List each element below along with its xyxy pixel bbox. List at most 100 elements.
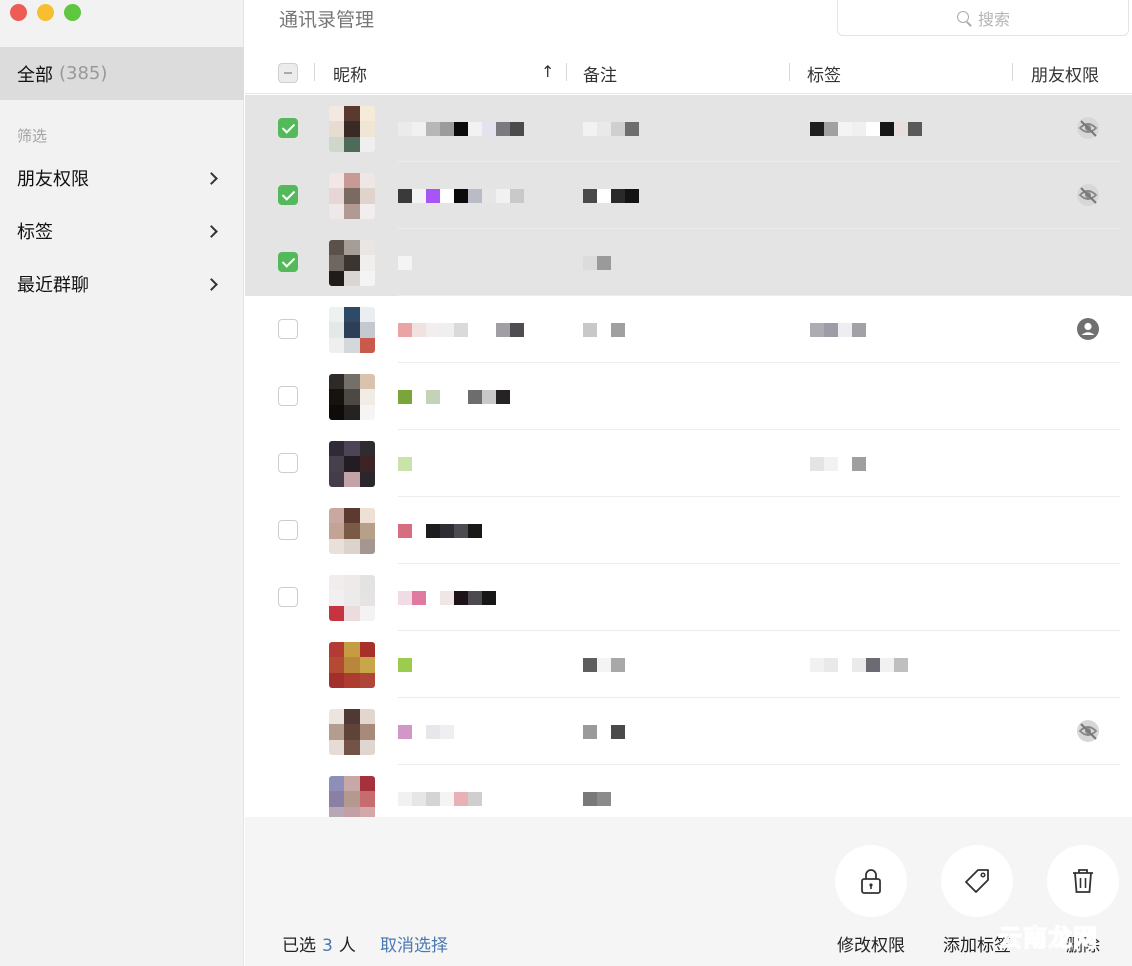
sidebar-item-label: 朋友权限: [17, 169, 89, 190]
contact-list: [245, 95, 1132, 817]
sort-ascending-icon[interactable]: ↑: [541, 62, 554, 81]
table-row[interactable]: [245, 363, 1132, 430]
column-header-nickname[interactable]: 昵称: [333, 61, 367, 86]
sidebar-item-friend-permission[interactable]: 朋友权限: [0, 158, 244, 198]
row-checkbox[interactable]: [278, 453, 298, 473]
zoom-window-button[interactable]: [64, 4, 81, 21]
main-panel: 通讯录管理 搜索 昵称 ↑ 备注 标签 朋友权限 已选 3 人 取消选择 修改权…: [245, 0, 1132, 966]
nickname-redacted: [398, 792, 482, 806]
remark-redacted: [583, 792, 611, 806]
search-placeholder: 搜索: [977, 9, 1010, 29]
modify-permission-label: 修改权限: [837, 936, 905, 956]
row-checkbox[interactable]: [278, 319, 298, 339]
sidebar-item-label: 标签: [17, 222, 53, 243]
avatar: [329, 240, 375, 286]
row-checkbox[interactable]: [278, 252, 298, 272]
eye-off-icon: [1076, 719, 1100, 743]
avatar: [329, 173, 375, 219]
remark-redacted: [583, 122, 639, 136]
table-row[interactable]: [245, 162, 1132, 229]
trash-icon: [1073, 869, 1093, 893]
nickname-redacted: [398, 725, 454, 739]
row-checkbox[interactable]: [278, 587, 298, 607]
action-circle[interactable]: [1047, 845, 1119, 917]
column-divider: [1012, 63, 1013, 81]
avatar: [329, 575, 375, 621]
chevron-right-icon: [205, 224, 218, 238]
sidebar-item-tags[interactable]: 标签: [0, 211, 244, 251]
search-icon: [956, 10, 972, 26]
table-row[interactable]: [245, 698, 1132, 765]
table-header: 昵称 ↑ 备注 标签 朋友权限: [245, 52, 1132, 94]
eye-off-icon: [1076, 183, 1100, 207]
table-row[interactable]: [245, 631, 1132, 698]
action-circle[interactable]: [941, 845, 1013, 917]
remark-redacted: [583, 323, 625, 337]
row-checkbox[interactable]: [278, 386, 298, 406]
filter-heading: 筛选: [17, 127, 48, 145]
window-controls: [10, 4, 81, 21]
sidebar-item-all[interactable]: 全部 (385): [0, 47, 244, 100]
column-header-friend-permission[interactable]: 朋友权限: [1031, 61, 1099, 86]
lock-icon: [861, 869, 881, 894]
row-checkbox[interactable]: [278, 185, 298, 205]
row-checkbox[interactable]: [278, 520, 298, 540]
page-title: 通讯录管理: [279, 9, 375, 31]
table-row[interactable]: [245, 430, 1132, 497]
remark-redacted: [583, 725, 625, 739]
nickname-redacted: [398, 189, 524, 203]
tags-redacted: [810, 323, 866, 337]
modify-permission-button[interactable]: 修改权限: [834, 845, 908, 956]
nickname-redacted: [398, 658, 412, 672]
selection-count: 3: [322, 936, 333, 956]
selection-suffix: 人: [338, 936, 356, 956]
tags-redacted: [810, 658, 908, 672]
row-checkbox[interactable]: [278, 118, 298, 138]
sidebar: 全部 (385) 筛选 朋友权限 标签 最近群聊: [0, 0, 244, 966]
selection-prefix: 已选: [282, 936, 316, 956]
nickname-redacted: [398, 591, 496, 605]
tags-redacted: [810, 457, 866, 471]
remark-redacted: [583, 256, 611, 270]
close-window-button[interactable]: [10, 4, 27, 21]
sidebar-all-label: 全部: [17, 64, 53, 86]
nickname-redacted: [398, 390, 510, 404]
nickname-redacted: [398, 457, 412, 471]
sidebar-item-recent-groups[interactable]: 最近群聊: [0, 264, 244, 304]
action-circle[interactable]: [835, 845, 907, 917]
avatar: [329, 307, 375, 353]
nickname-redacted: [398, 323, 524, 337]
avatar: [329, 709, 375, 755]
avatar: [329, 374, 375, 420]
chevron-right-icon: [205, 277, 218, 291]
selection-summary: 已选 3 人: [282, 931, 356, 956]
column-divider: [566, 63, 567, 81]
nickname-redacted: [398, 524, 482, 538]
eye-off-icon: [1076, 116, 1100, 140]
person-circle-icon: [1076, 317, 1100, 341]
nickname-redacted: [398, 122, 524, 136]
chevron-right-icon: [205, 171, 218, 185]
table-row[interactable]: [245, 229, 1132, 296]
watermark: 云南龙网: [998, 923, 1098, 953]
table-row[interactable]: [245, 765, 1132, 817]
search-input[interactable]: 搜索: [837, 0, 1129, 36]
cancel-selection-link[interactable]: 取消选择: [380, 931, 448, 956]
table-row[interactable]: [245, 296, 1132, 363]
avatar: [329, 441, 375, 487]
table-row[interactable]: [245, 497, 1132, 564]
table-row[interactable]: [245, 564, 1132, 631]
remark-redacted: [583, 658, 625, 672]
minimize-window-button[interactable]: [37, 4, 54, 21]
remark-redacted: [583, 189, 639, 203]
nickname-redacted: [398, 256, 412, 270]
avatar: [329, 508, 375, 554]
tags-redacted: [810, 122, 922, 136]
column-header-tags[interactable]: 标签: [807, 61, 841, 86]
sidebar-item-label: 最近群聊: [17, 275, 89, 296]
column-header-remark[interactable]: 备注: [583, 61, 617, 86]
table-row[interactable]: [245, 95, 1132, 162]
tag-icon: [965, 869, 989, 893]
avatar: [329, 642, 375, 688]
select-all-checkbox[interactable]: [278, 63, 298, 83]
